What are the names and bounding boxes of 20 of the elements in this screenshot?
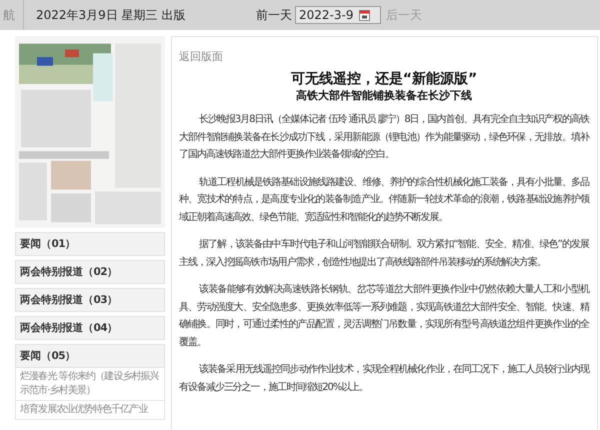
article-paragraph: 该装备能够有效解决高速铁路长钢轨、岔芯等道岔大部件更换作业中仍然依赖大量人工和小型机具、劳动强度大、安全隐患多、更换效率低等一系列难题，实现高铁道岔大部件安全、智能、快速、精确铺换。同时，可通过柔性的产品配置，灵活调整门吊数量，实现所有型号高铁道岔组件更换作业的全覆盖。 [179,282,589,350]
section-item[interactable]: 两会特别报道（04） [15,316,165,340]
date-field[interactable]: 2022-3-9 [295,6,381,24]
section-item[interactable]: 两会特别报道（03） [15,288,165,312]
article-paragraph: 长沙晚报3月8日讯（全媒体记者 伍玲 通讯员 廖宁）8日，国内首创、具有完全自主知识产权的高铁大部件智能铺换装备在长沙成功下线，采用新能源（锂电池）作为能量驱动，绿色环保，无排放。填补了国内高速铁路道岔大部件更换作业装备领域的空白。 [179,112,589,162]
section-item[interactable]: 要闻（01） [15,232,165,256]
back-link[interactable]: 返回版面 [179,50,223,63]
article-link[interactable]: 烂漫春光 等你来约（建设乡村振兴示范市·乡村美景） [15,368,165,401]
article-subtitle: 高铁大部件智能铺换装备在长沙下线 [295,88,473,103]
article-title: 可无线遥控，还是“新能源版” [290,70,478,88]
article-paragraph: 该装备采用无线遥控同步动作作业技术，实现全程机械化作业，在同工况下，施工人员较行业内现有设备减少三分之一，施工时间缩短20%以上。 [179,362,589,394]
section-item[interactable]: 两会特别报道（02） [15,260,165,284]
article-link[interactable]: 培育发展农业优势特色千亿产业 [15,401,165,420]
section-item[interactable]: 要闻（05） [15,344,165,368]
article-paragraph: 轨道工程机械是铁路基础设施线路建设、维修、养护的综合性机械化施工装备，具有小批量、多品种、宽技术的特点，是高度专业化的装备制造产业。伴随新一轮技术革命的浪潮，铁路基础设施养护领域正朝着高速高效、绿色节能、宽适应性和智能化的趋势不断发展。 [179,176,589,224]
article-paragraph: 据了解，该装备由中车时代电子和山河智能联合研制。双方紧扣“智能、安全、精准、绿色”的发展主线，深入挖掘高铁市场用户需求，创造性地提出了高铁线路部件吊装移动的系统解决方案。 [179,238,589,270]
calendar-icon[interactable] [359,9,370,21]
issue-date: 2022年3月9日 星期三 出版 [36,6,186,24]
nav-label: 航 [0,0,24,30]
previous-day-link[interactable]: 前一天 [256,6,292,24]
